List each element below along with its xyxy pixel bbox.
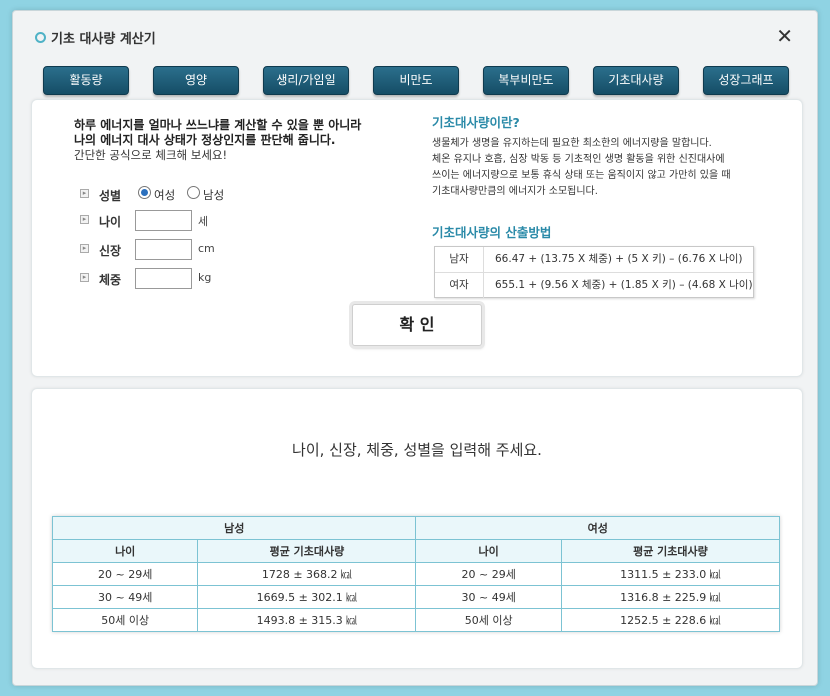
- female-formula: 655.1 + (9.56 X 체중) + (1.85 X 키) – (4.68…: [495, 279, 753, 291]
- info-line: 쓰이는 에너지량으로 보통 휴식 상태 또는 움직이지 않고 가만히 있을 때: [432, 170, 731, 181]
- age-cell: 20 ~ 29세: [415, 562, 562, 586]
- male-header: 남성: [51, 516, 417, 540]
- weight-unit: kg: [198, 271, 212, 284]
- calculator-window: 기초 대사량 계산기 ✕ 활동량 영양 생리/가임일 비만도 복부비만도 기초대…: [12, 10, 818, 686]
- circle-icon: [35, 32, 46, 43]
- tab-activity[interactable]: 활동량: [43, 66, 129, 95]
- male-formula-label: 남자: [435, 247, 484, 272]
- age-cell: 30 ~ 49세: [51, 585, 199, 609]
- bullet-icon: ▸: [80, 189, 89, 198]
- male-bmr-cell: 1493.8 ± 315.3 ㎉: [197, 608, 417, 632]
- tab-abdominal-obesity[interactable]: 복부비만도: [483, 66, 569, 95]
- tab-nutrition[interactable]: 영양: [153, 66, 239, 95]
- female-formula-row: 여자 655.1 + (9.56 X 체중) + (1.85 X 키) – (4…: [435, 272, 753, 298]
- male-formula: 66.47 + (13.75 X 체중) + (5 X 키) – (6.76 X…: [495, 253, 743, 265]
- bullet-icon: ▸: [80, 244, 89, 253]
- male-bmr-cell: 1728 ± 368.2 ㎉: [197, 562, 417, 586]
- female-bmr-cell: 1252.5 ± 228.6 ㎉: [560, 608, 781, 632]
- age-column-header: 나이: [51, 539, 199, 563]
- table-row: 30 ~ 49세 1669.5 ± 302.1 ㎉ 30 ~ 49세 1316.…: [51, 585, 781, 609]
- window-title: 기초 대사량 계산기: [51, 32, 156, 47]
- intro-line: 하루 에너지를 얼마나 쓰느냐를 계산할 수 있을 뿐 아니라: [74, 118, 362, 132]
- age-cell: 50세 이상: [51, 608, 199, 632]
- intro-line: 간단한 공식으로 체크해 보세요!: [74, 148, 228, 162]
- avg-column-header: 평균 기초대사량: [197, 539, 417, 563]
- height-row: ▸ 신장 cm: [80, 239, 280, 261]
- male-bmr-cell: 1669.5 ± 302.1 ㎉: [197, 585, 417, 609]
- table-row: 20 ~ 29세 1728 ± 368.2 ㎉ 20 ~ 29세 1311.5 …: [51, 562, 781, 586]
- height-input[interactable]: [135, 239, 192, 260]
- female-formula-label: 여자: [435, 273, 484, 298]
- weight-label: 체중: [99, 273, 122, 287]
- title-bar: 기초 대사량 계산기 ✕: [13, 11, 817, 63]
- result-panel: 나이, 신장, 체중, 성별을 입력해 주세요. 남성 여성 나이 평균 기초대…: [31, 388, 803, 669]
- sex-row: ▸ 성별 여성 남성: [80, 184, 280, 206]
- tab-growth-graph[interactable]: 성장그래프: [703, 66, 789, 95]
- tab-menstruation[interactable]: 생리/가임일: [263, 66, 349, 95]
- info-line: 체온 유지나 호흡, 심장 박동 등 기초적인 생명 활동을 위한 신진대사에: [432, 154, 725, 165]
- sex-label: 성별: [99, 189, 122, 203]
- weight-row: ▸ 체중 kg: [80, 268, 280, 290]
- bmr-info: 기초대사량이란? 생물체가 생명을 유지하는데 필요한 최소한의 에너지량을 말…: [432, 112, 772, 200]
- height-label: 신장: [99, 244, 122, 258]
- age-input[interactable]: [135, 210, 192, 231]
- input-prompt: 나이, 신장, 체중, 성별을 입력해 주세요.: [292, 441, 542, 459]
- bullet-icon: ▸: [80, 215, 89, 224]
- bullet-icon: ▸: [80, 273, 89, 282]
- intro-line: 나의 에너지 대사 상태가 정상인지를 판단해 줍니다.: [74, 133, 336, 147]
- average-bmr-table: 남성 여성 나이 평균 기초대사량 나이 평균 기초대사량 20 ~ 29세 1…: [51, 516, 781, 632]
- info-title: 기초대사량이란?: [432, 115, 520, 130]
- age-label: 나이: [99, 215, 122, 229]
- weight-input[interactable]: [135, 268, 192, 289]
- female-bmr-cell: 1316.8 ± 225.9 ㎉: [560, 585, 781, 609]
- age-cell: 50세 이상: [415, 608, 562, 632]
- female-header: 여성: [415, 516, 780, 540]
- age-row: ▸ 나이 세: [80, 210, 280, 232]
- method-title: 기초대사량의 산출방법: [432, 225, 552, 240]
- age-column-header: 나이: [415, 539, 562, 563]
- avg-column-header: 평균 기초대사량: [560, 539, 781, 563]
- male-radio-label[interactable]: 남성: [203, 187, 224, 203]
- input-panel: 하루 에너지를 얼마나 쓰느냐를 계산할 수 있을 뿐 아니라 나의 에너지 대…: [31, 99, 803, 377]
- intro-text: 하루 에너지를 얼마나 쓰느냐를 계산할 수 있을 뿐 아니라 나의 에너지 대…: [74, 118, 424, 163]
- age-unit: 세: [198, 215, 209, 228]
- info-line: 생물체가 생명을 유지하는데 필요한 최소한의 에너지량을 말합니다.: [432, 138, 712, 149]
- female-radio[interactable]: [138, 186, 151, 199]
- female-radio-label[interactable]: 여성: [154, 187, 175, 203]
- close-icon[interactable]: ✕: [776, 24, 793, 48]
- tab-bmr[interactable]: 기초대사량: [593, 66, 679, 95]
- tab-bar: 활동량 영양 생리/가임일 비만도 복부비만도 기초대사량 성장그래프: [43, 66, 793, 96]
- female-bmr-cell: 1311.5 ± 233.0 ㎉: [560, 562, 781, 586]
- age-cell: 30 ~ 49세: [415, 585, 562, 609]
- male-radio[interactable]: [187, 186, 200, 199]
- table-row: 50세 이상 1493.8 ± 315.3 ㎉ 50세 이상 1252.5 ± …: [51, 608, 781, 632]
- age-cell: 20 ~ 29세: [51, 562, 199, 586]
- tab-obesity[interactable]: 비만도: [373, 66, 459, 95]
- height-unit: cm: [198, 242, 215, 255]
- male-formula-row: 남자 66.47 + (13.75 X 체중) + (5 X 키) – (6.7…: [435, 247, 753, 272]
- confirm-button[interactable]: 확 인: [352, 304, 482, 346]
- formula-box: 남자 66.47 + (13.75 X 체중) + (5 X 키) – (6.7…: [434, 246, 754, 298]
- info-line: 기초대사량만큼의 에너지가 소모됩니다.: [432, 186, 598, 197]
